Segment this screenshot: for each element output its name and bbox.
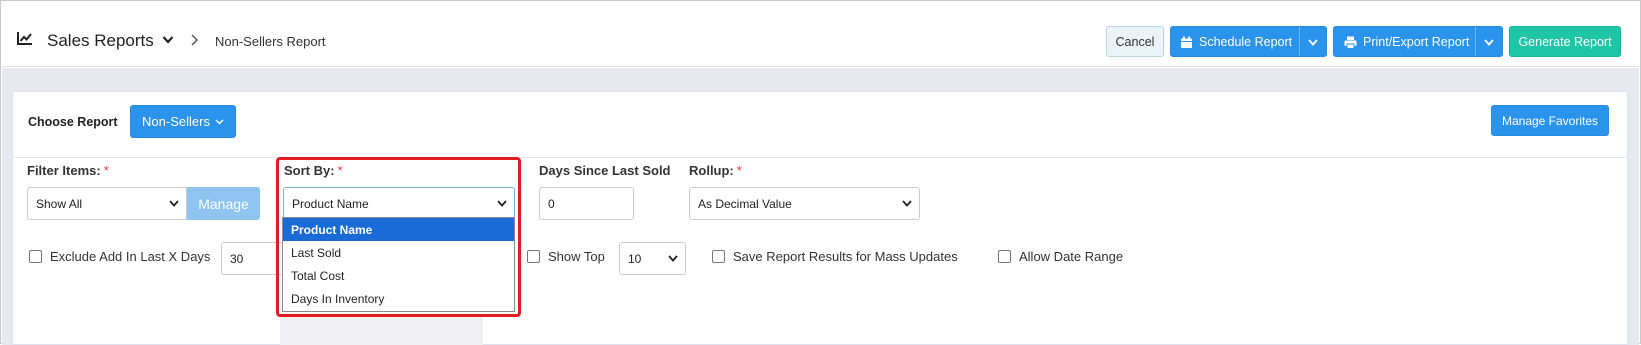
- calendar-icon: [1181, 36, 1192, 48]
- save-results-checkbox[interactable]: [712, 250, 725, 263]
- days-since-last-sold-input[interactable]: 0: [539, 187, 634, 220]
- cancel-button[interactable]: Cancel: [1106, 26, 1164, 57]
- rollup-value: As Decimal Value: [698, 196, 792, 211]
- exclude-add-option[interactable]: Exclude Add In Last X Days: [29, 249, 210, 264]
- show-top-value: 10: [628, 251, 642, 266]
- save-results-label: Save Report Results for Mass Updates: [733, 249, 958, 264]
- line-chart-icon: [17, 32, 32, 45]
- allow-date-range-option[interactable]: Allow Date Range: [998, 249, 1123, 264]
- dropdown-shadow: [280, 317, 483, 345]
- exclude-days-input[interactable]: 30: [221, 242, 281, 275]
- exclude-add-label: Exclude Add In Last X Days: [50, 249, 211, 264]
- filter-items-label-text: Filter Items:: [27, 163, 101, 178]
- chevron-down-icon[interactable]: [162, 35, 174, 45]
- filter-items-value: Show All: [36, 196, 83, 211]
- show-top-checkbox[interactable]: [527, 250, 540, 263]
- filter-items-select[interactable]: Show All: [27, 187, 187, 220]
- report-panel: Choose Report Non-Sellers Manage Favorit…: [12, 91, 1628, 345]
- chevron-down-icon[interactable]: [1484, 39, 1494, 46]
- save-results-option[interactable]: Save Report Results for Mass Updates: [712, 249, 958, 264]
- rollup-select[interactable]: As Decimal Value: [689, 187, 920, 220]
- top-bar: Sales Reports Non-Sellers Report Cancel …: [2, 2, 1639, 67]
- report-selector-button[interactable]: Non-Sellers: [130, 105, 236, 138]
- manage-favorites-button[interactable]: Manage Favorites: [1491, 105, 1609, 136]
- schedule-report-label: Schedule Report: [1199, 35, 1293, 49]
- rollup-label-text: Rollup:: [689, 163, 734, 178]
- exclude-add-checkbox[interactable]: [29, 250, 42, 263]
- print-export-label: Print/Export Report: [1363, 35, 1470, 49]
- allow-date-range-checkbox[interactable]: [998, 250, 1011, 263]
- schedule-report-button[interactable]: Schedule Report: [1170, 26, 1327, 57]
- printer-icon: [1344, 36, 1357, 49]
- choose-report-label: Choose Report: [28, 115, 118, 129]
- allow-date-range-label: Allow Date Range: [1019, 249, 1124, 264]
- chevron-down-icon: [215, 118, 224, 125]
- chevron-down-icon: [902, 200, 912, 207]
- rollup-label: Rollup: *: [689, 163, 742, 178]
- required-marker: *: [103, 163, 109, 178]
- split-divider: [1299, 27, 1300, 56]
- split-divider: [1475, 27, 1476, 56]
- chevron-right-icon: [191, 34, 198, 46]
- app-window: Sales Reports Non-Sellers Report Cancel …: [0, 0, 1641, 345]
- generate-report-button[interactable]: Generate Report: [1509, 26, 1621, 57]
- sort-by-highlight-box: [276, 157, 521, 317]
- show-top-option[interactable]: Show Top: [527, 249, 605, 264]
- report-selector-label: Non-Sellers: [142, 114, 210, 129]
- breadcrumb-current: Non-Sellers Report: [215, 34, 326, 49]
- filter-items-label: Filter Items: *: [27, 163, 109, 178]
- app-title[interactable]: Sales Reports: [47, 31, 154, 51]
- days-since-last-sold-label: Days Since Last Sold: [539, 163, 671, 178]
- manage-filter-button[interactable]: Manage: [187, 187, 260, 220]
- show-top-select[interactable]: 10: [619, 242, 686, 275]
- print-export-button[interactable]: Print/Export Report: [1333, 26, 1503, 57]
- chevron-down-icon: [169, 200, 179, 207]
- chevron-down-icon[interactable]: [1308, 39, 1318, 46]
- required-marker: *: [736, 163, 742, 178]
- show-top-label: Show Top: [548, 249, 605, 264]
- chevron-down-icon: [668, 255, 678, 262]
- divider: [13, 157, 1627, 158]
